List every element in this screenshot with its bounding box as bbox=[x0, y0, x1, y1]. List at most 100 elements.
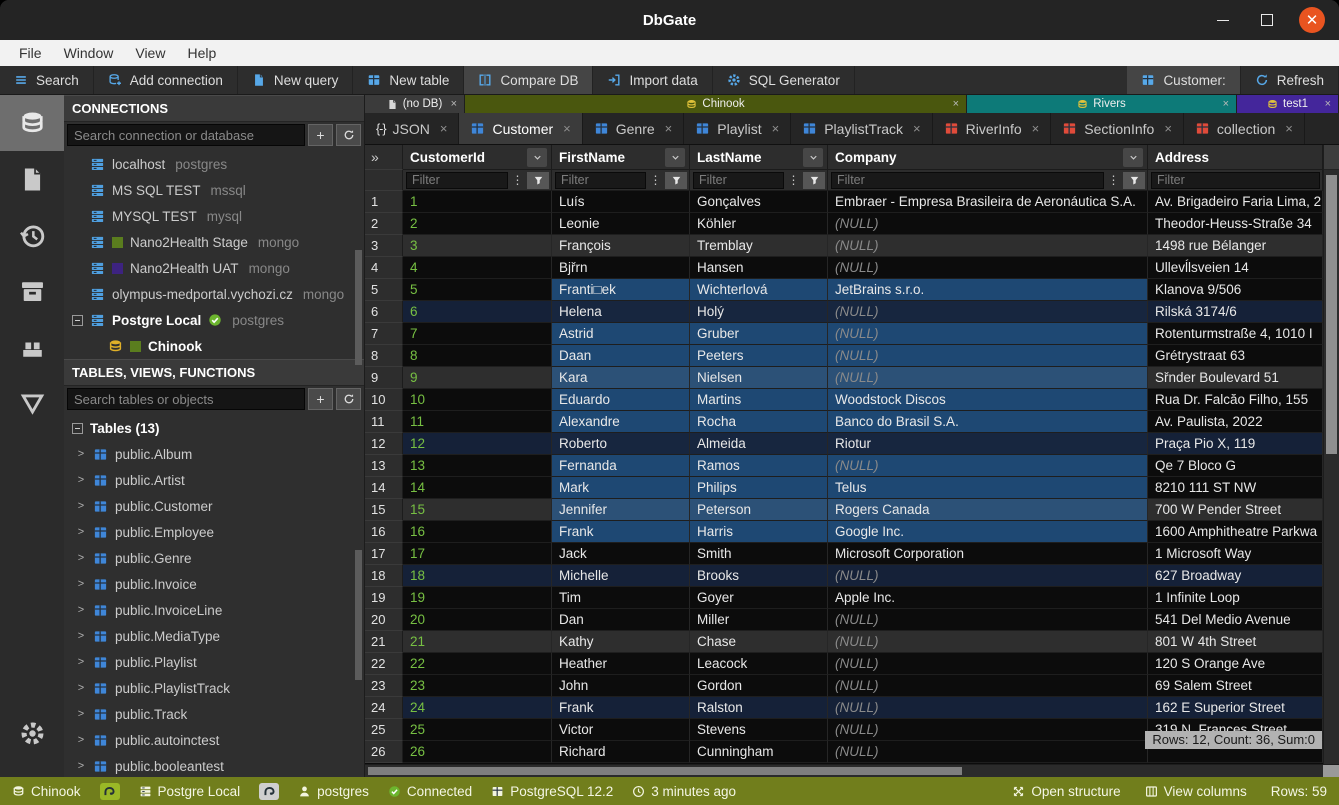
column-menu-button[interactable] bbox=[803, 148, 823, 167]
menu-file[interactable]: File bbox=[8, 40, 53, 66]
connection-item[interactable]: olympus-medportal.vychozi.czmongo bbox=[64, 281, 364, 307]
iconbar-settings[interactable] bbox=[0, 705, 64, 761]
filter-funnel-button[interactable] bbox=[803, 172, 825, 189]
grid-cell[interactable]: Ralston bbox=[690, 697, 828, 719]
toolbar-button-sql-generator[interactable]: SQL Generator bbox=[713, 66, 855, 94]
row-number-cell[interactable]: 11 bbox=[365, 411, 403, 433]
grid-cell[interactable]: 12 bbox=[403, 433, 552, 455]
grid-cell[interactable]: Tim bbox=[552, 587, 690, 609]
connection-item[interactable]: MS SQL TESTmssql bbox=[64, 177, 364, 203]
grid-cell[interactable]: John bbox=[552, 675, 690, 697]
grid-cell[interactable]: (NULL) bbox=[828, 565, 1148, 587]
grid-cell[interactable]: Praça Pio X, 119 bbox=[1148, 433, 1323, 455]
tab-playlist[interactable]: Playlist× bbox=[684, 113, 791, 144]
grid-cell[interactable]: Brooks bbox=[690, 565, 828, 587]
table-item[interactable]: > public.Customer bbox=[64, 493, 364, 519]
toolbar-button-new-table[interactable]: New table bbox=[353, 66, 464, 94]
row-number-cell[interactable]: 19 bbox=[365, 587, 403, 609]
iconbar-archive-icon[interactable] bbox=[0, 263, 64, 319]
grid-cell[interactable]: JetBrains s.r.o. bbox=[828, 279, 1148, 301]
grid-cell[interactable]: Tremblay bbox=[690, 235, 828, 257]
column-header-firstname[interactable]: FirstName bbox=[552, 145, 690, 170]
grid-cell[interactable]: Embraer - Empresa Brasileira de Aeronáut… bbox=[828, 191, 1148, 213]
vertical-scrollbar[interactable] bbox=[1323, 145, 1339, 764]
row-number-cell[interactable]: 20 bbox=[365, 609, 403, 631]
close-tab-icon[interactable]: × bbox=[440, 121, 448, 136]
grid-cell[interactable]: 2 bbox=[403, 213, 552, 235]
close-tab-icon[interactable]: × bbox=[1325, 98, 1331, 110]
grid-cell[interactable]: Av. Brigadeiro Faria Lima, 2 bbox=[1148, 191, 1323, 213]
grid-cell[interactable]: (NULL) bbox=[828, 345, 1148, 367]
grid-cell[interactable]: Michelle bbox=[552, 565, 690, 587]
grid-cell[interactable]: Eduardo bbox=[552, 389, 690, 411]
grid-cell[interactable]: (NULL) bbox=[828, 455, 1148, 477]
toolbar-button-import-data[interactable]: Import data bbox=[593, 66, 712, 94]
close-tab-icon[interactable]: × bbox=[451, 98, 457, 110]
grid-cell[interactable]: 20 bbox=[403, 609, 552, 631]
db-tab-Rivers[interactable]: Rivers × bbox=[967, 95, 1237, 113]
toolbar-button-customer-[interactable]: Customer: bbox=[1127, 66, 1240, 94]
row-number-cell[interactable]: 24 bbox=[365, 697, 403, 719]
grid-cell[interactable]: 26 bbox=[403, 741, 552, 763]
grid-cell[interactable]: Kara bbox=[552, 367, 690, 389]
grid-cell[interactable]: Leacock bbox=[690, 653, 828, 675]
grid-cell[interactable]: Frank bbox=[552, 521, 690, 543]
grid-cell[interactable]: 24 bbox=[403, 697, 552, 719]
grid-cell[interactable]: (NULL) bbox=[828, 367, 1148, 389]
grid-cell[interactable]: Heather bbox=[552, 653, 690, 675]
column-header-company[interactable]: Company bbox=[828, 145, 1148, 170]
grid-cell[interactable]: Luís bbox=[552, 191, 690, 213]
grid-cell[interactable]: 627 Broadway bbox=[1148, 565, 1323, 587]
grid-cell[interactable]: 4 bbox=[403, 257, 552, 279]
filter-funnel-button[interactable] bbox=[1123, 172, 1145, 189]
column-header-lastname[interactable]: LastName bbox=[690, 145, 828, 170]
grid-cell[interactable]: Miller bbox=[690, 609, 828, 631]
grid-cell[interactable]: Ramos bbox=[690, 455, 828, 477]
grid-cell[interactable]: 14 bbox=[403, 477, 552, 499]
db-tab-test1[interactable]: test1 × bbox=[1237, 95, 1339, 113]
grid-cell[interactable]: (NULL) bbox=[828, 609, 1148, 631]
iconbar-nabla-icon[interactable] bbox=[0, 375, 64, 431]
grid-cell[interactable]: Microsoft Corporation bbox=[828, 543, 1148, 565]
grid-cell[interactable]: Grétrystraat 63 bbox=[1148, 345, 1323, 367]
grid-cell[interactable]: Gonçalves bbox=[690, 191, 828, 213]
grid-cell[interactable]: Harris bbox=[690, 521, 828, 543]
grid-cell[interactable]: Qe 7 Bloco G bbox=[1148, 455, 1323, 477]
row-number-cell[interactable]: 7 bbox=[365, 323, 403, 345]
add-connection-small-button[interactable]: + bbox=[308, 124, 333, 146]
grid-cell[interactable]: 1498 rue Bélanger bbox=[1148, 235, 1323, 257]
toolbar-button-search[interactable]: Search bbox=[0, 66, 94, 94]
grid-cell[interactable]: 9 bbox=[403, 367, 552, 389]
tab-json[interactable]: {-}JSON× bbox=[365, 113, 459, 144]
grid-cell[interactable]: Av. Paulista, 2022 bbox=[1148, 411, 1323, 433]
grid-cell[interactable]: Alexandre bbox=[552, 411, 690, 433]
row-number-cell[interactable]: 18 bbox=[365, 565, 403, 587]
grid-cell[interactable]: 3 bbox=[403, 235, 552, 257]
column-menu-button[interactable] bbox=[665, 148, 685, 167]
column-menu-button[interactable] bbox=[527, 148, 547, 167]
grid-cell[interactable]: Mark bbox=[552, 477, 690, 499]
minimize-button[interactable] bbox=[1211, 8, 1235, 32]
close-tab-icon[interactable]: × bbox=[1223, 98, 1229, 110]
grid-cell[interactable]: 22 bbox=[403, 653, 552, 675]
grid-corner[interactable]: » bbox=[365, 145, 403, 170]
grid-cell[interactable]: Bjřrn bbox=[552, 257, 690, 279]
grid-cell[interactable]: 19 bbox=[403, 587, 552, 609]
grid-cell[interactable]: Telus bbox=[828, 477, 1148, 499]
grid-cell[interactable]: 541 Del Medio Avenue bbox=[1148, 609, 1323, 631]
row-number-cell[interactable]: 3 bbox=[365, 235, 403, 257]
tables-group[interactable]: Tables (13) bbox=[64, 415, 364, 441]
grid-cell[interactable]: Sřnder Boulevard 51 bbox=[1148, 367, 1323, 389]
grid-cell[interactable]: Nielsen bbox=[690, 367, 828, 389]
row-number-cell[interactable]: 1 bbox=[365, 191, 403, 213]
grid-cell[interactable]: Helena bbox=[552, 301, 690, 323]
grid-cell[interactable]: Rilská 3174/6 bbox=[1148, 301, 1323, 323]
tables-refresh-button[interactable] bbox=[336, 388, 361, 410]
grid-cell[interactable]: Rua Dr. Falcăo Filho, 155 bbox=[1148, 389, 1323, 411]
toolbar-button-refresh[interactable]: Refresh bbox=[1241, 66, 1339, 94]
grid-cell[interactable]: 801 W 4th Street bbox=[1148, 631, 1323, 653]
grid-cell[interactable]: (NULL) bbox=[828, 301, 1148, 323]
toolbar-button-new-query[interactable]: New query bbox=[238, 66, 354, 94]
tables-scrollbar-thumb[interactable] bbox=[355, 550, 362, 680]
grid-cell[interactable]: François bbox=[552, 235, 690, 257]
